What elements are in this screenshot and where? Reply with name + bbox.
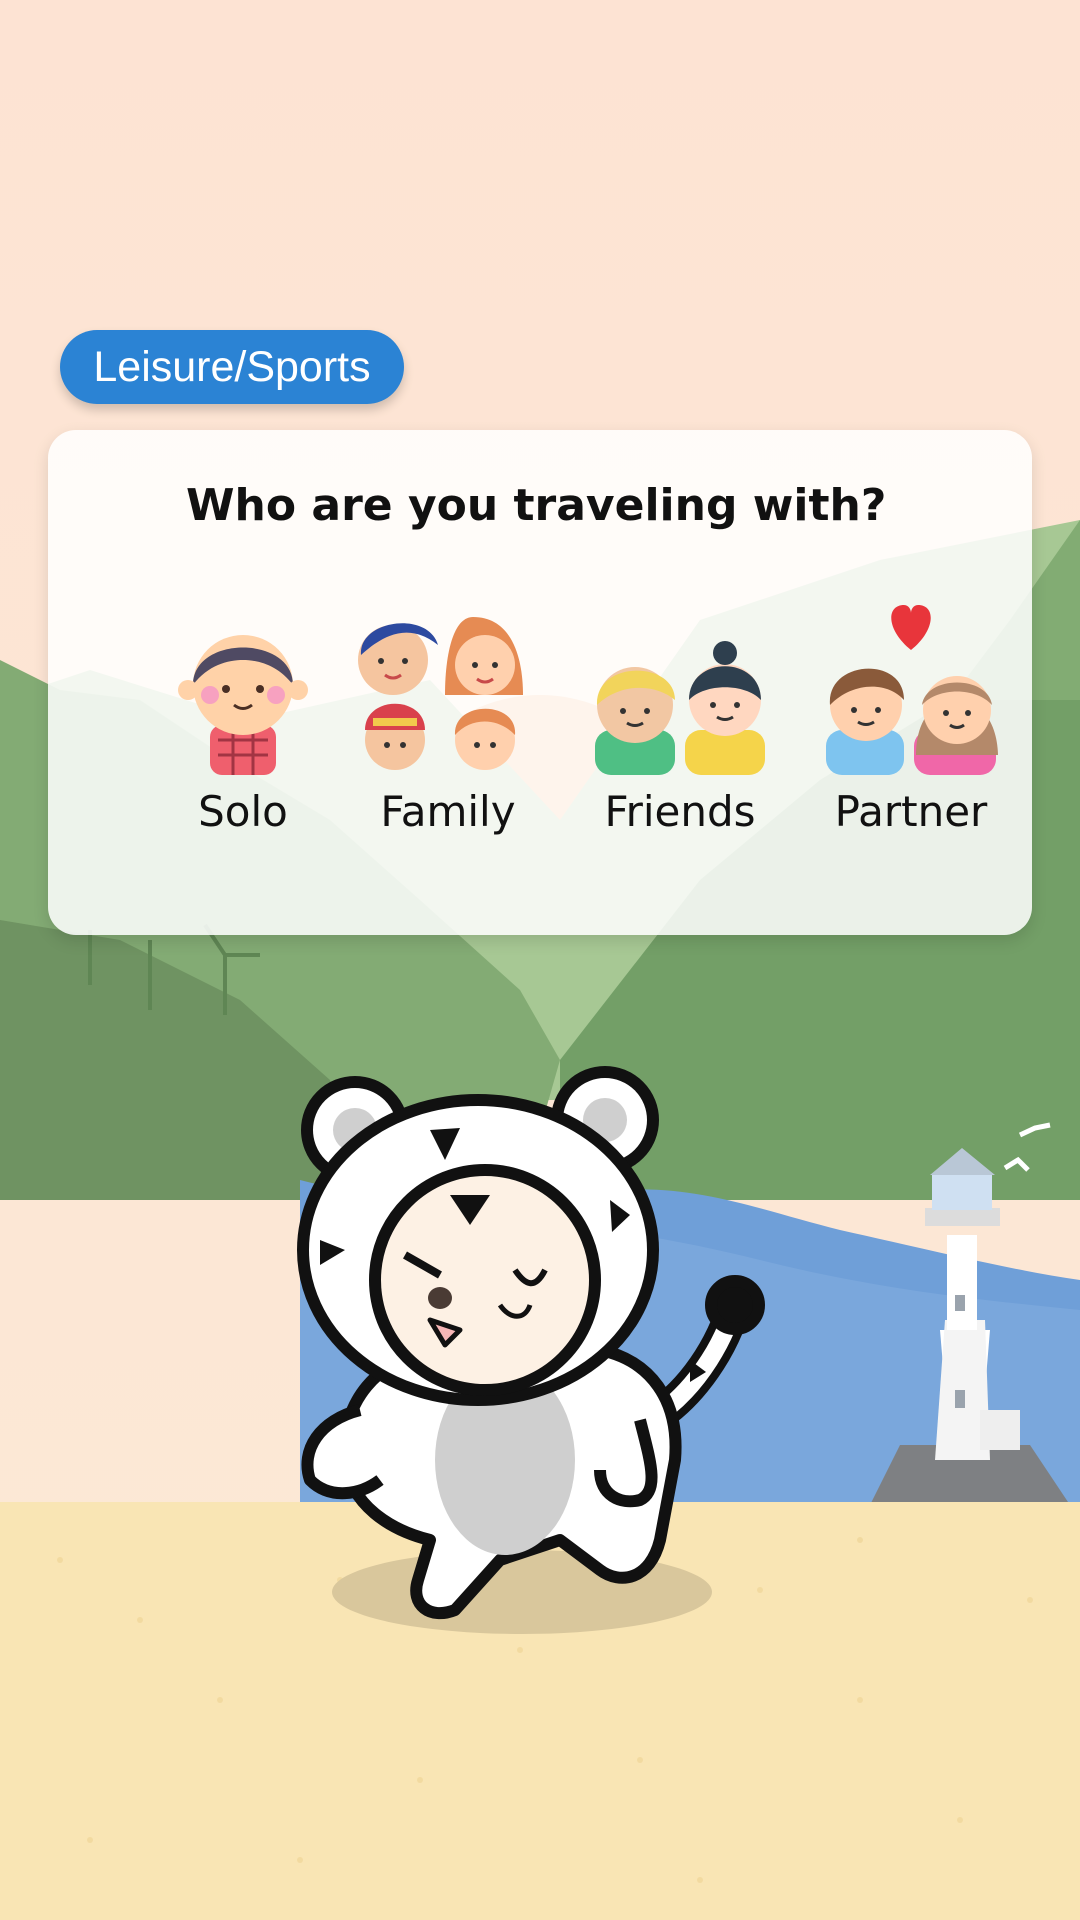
couple-heart-icon — [826, 605, 998, 775]
family-icon — [358, 617, 523, 770]
option-partner[interactable]: Partner — [816, 605, 1006, 845]
option-label: Partner — [834, 787, 988, 836]
background-scene — [0, 0, 1080, 1920]
option-label: Friends — [604, 787, 756, 836]
solo-person-icon — [178, 635, 308, 775]
option-label: Family — [380, 787, 516, 836]
option-solo[interactable]: Solo — [148, 605, 338, 845]
option-friends[interactable]: Friends — [585, 605, 775, 845]
option-label: Solo — [198, 787, 288, 836]
question-title: Who are you traveling with? — [186, 480, 887, 531]
travel-companion-card: Who are you traveling with? Solo Family … — [48, 430, 1032, 935]
heart-icon — [891, 605, 931, 650]
category-badge: Leisure/Sports — [60, 330, 404, 404]
friends-icon — [595, 641, 765, 775]
option-family[interactable]: Family — [353, 605, 543, 845]
